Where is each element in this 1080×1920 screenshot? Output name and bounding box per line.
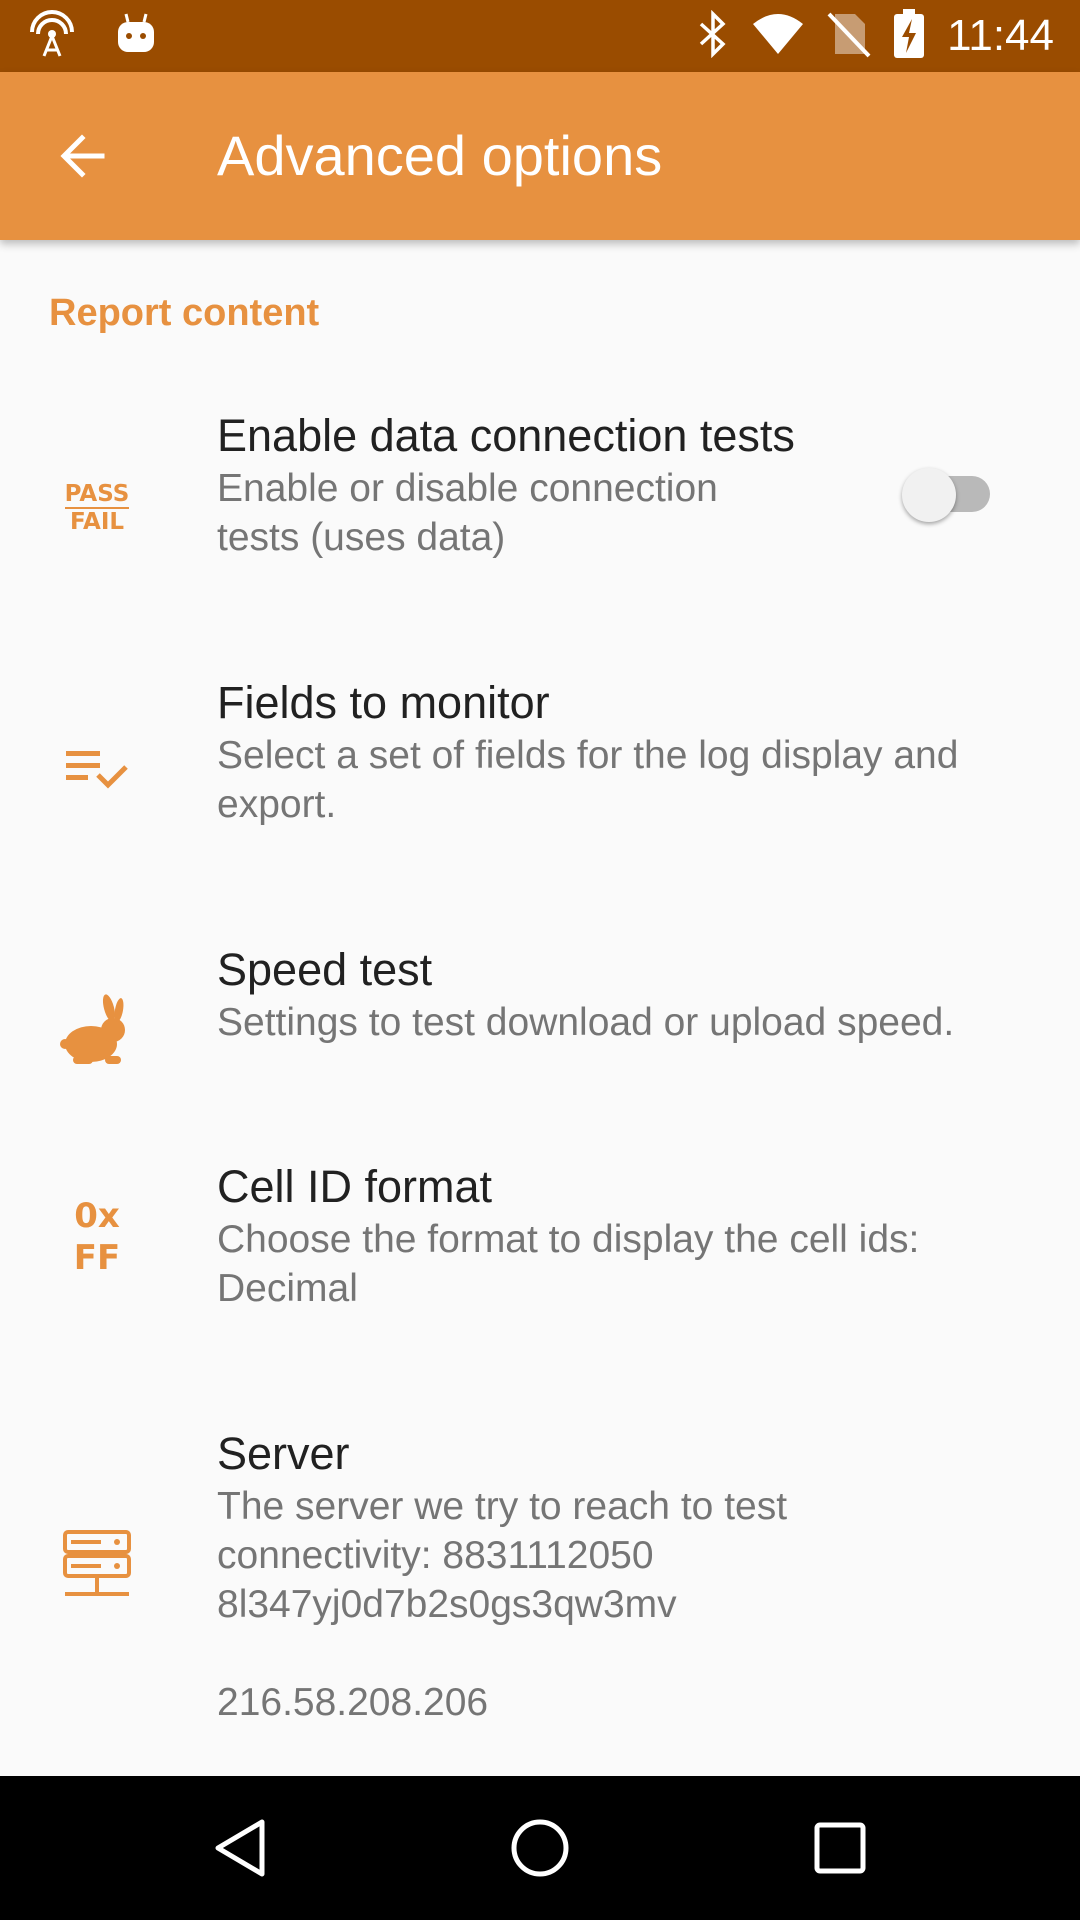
summary-line: Select a set of fields for the log displ… [217,734,959,777]
summary-line: Enable or disable connection [217,467,718,510]
pref-summary: The server we try to reach to test conne… [217,1482,787,1727]
rabbit-icon [55,990,139,1074]
pref-summary: Select a set of fields for the log displ… [217,731,958,829]
status-clock: 11:44 [947,11,1054,60]
summary-line: tests (uses data) [217,516,506,559]
hex-format-icon: 0x FF [55,1195,139,1279]
pass-fail-icon: PASS FAIL [55,466,139,550]
pref-summary: Enable or disable connection tests (uses… [217,464,718,562]
pref-cell-id-format[interactable]: 0x FF Cell ID format Choose the format t… [0,1159,1080,1359]
pref-title: Cell ID format [217,1161,493,1212]
nav-home-icon[interactable] [508,1816,572,1885]
app-bar: Advanced options [0,72,1080,240]
pref-summary: Choose the format to display the cell id… [217,1215,919,1313]
summary-line-blank [217,1629,787,1678]
hex-icon-bottom: FF [73,1238,121,1278]
arrow-back-icon[interactable] [52,126,116,190]
pref-fields-to-monitor[interactable]: Fields to monitor Select a set of fields… [0,675,1080,875]
summary-line: connectivity: 8831112050 [217,1534,654,1577]
toggle-thumb [902,468,956,522]
pref-server[interactable]: Server The server we try to reach to tes… [0,1426,1080,1776]
pref-summary: Settings to test download or upload spee… [217,998,954,1047]
battery-charging-icon [893,8,925,64]
pref-speed-test[interactable]: Speed test Settings to test download or … [0,942,1080,1102]
summary-line: Choose the format to display the cell id… [217,1218,920,1261]
category-report-content: Report content [49,292,320,334]
summary-line: The server we try to reach to test [217,1485,788,1528]
summary-line: Decimal [217,1267,358,1310]
hotspot-icon [28,10,76,63]
wifi-icon [751,12,805,61]
checklist-icon [55,728,139,812]
summary-line: 8l347yj0d7b2s0gs3qw3mv [217,1583,677,1626]
summary-line: 216.58.208.206 [217,1681,489,1724]
nav-back-icon[interactable] [210,1816,270,1885]
pref-title: Enable data connection tests [217,410,795,461]
page-title: Advanced options [217,124,663,187]
data-tests-toggle[interactable] [902,460,998,522]
bluetooth-icon [697,9,729,63]
android-icon [116,12,156,61]
hex-icon-top: 0x [74,1196,120,1236]
server-icon [55,1524,139,1608]
summary-line: Settings to test download or upload spee… [217,1001,955,1044]
summary-line: export. [217,783,337,826]
nav-recents-icon[interactable] [812,1820,868,1881]
pref-data-connection-tests[interactable]: PASS FAIL Enable data connection tests E… [0,408,1080,608]
preferences-list: Report content PASS FAIL Enable data con… [0,240,1080,1776]
pref-title: Fields to monitor [217,677,550,728]
pass-fail-icon-bottom: FAIL [64,507,130,535]
pref-title: Server [217,1428,350,1479]
status-bar: 11:44 [0,0,1080,72]
pref-title: Speed test [217,944,433,995]
no-sim-icon [827,10,871,63]
navigation-bar [0,1776,1080,1920]
pass-fail-icon-top: PASS [64,481,130,507]
